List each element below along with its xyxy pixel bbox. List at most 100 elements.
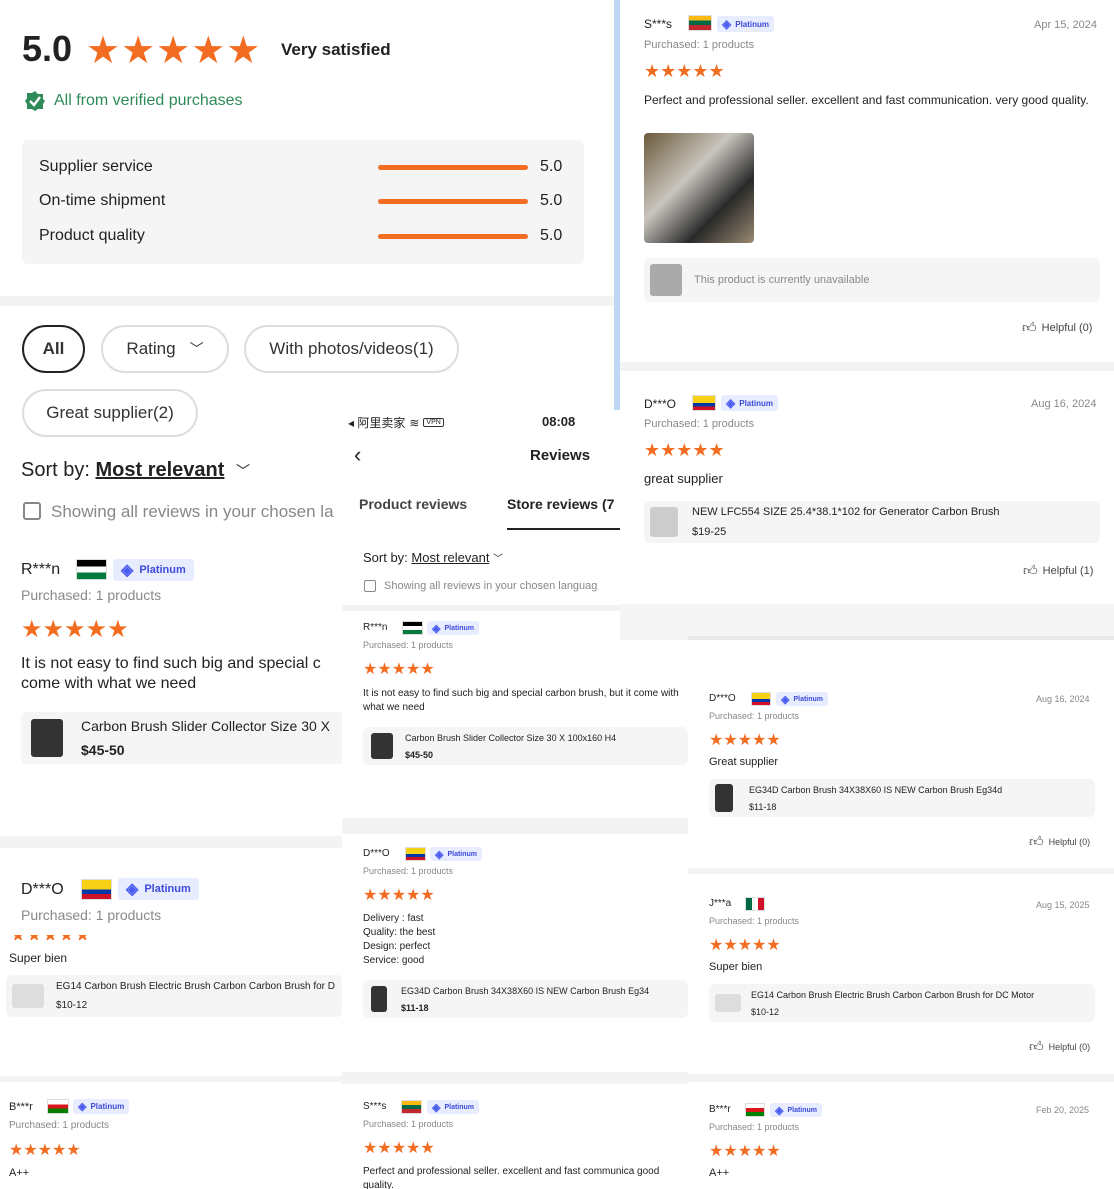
- thumbs-up-icon: 👍︎: [1029, 833, 1044, 849]
- reviewer-name: R***n: [21, 561, 61, 578]
- metric-bar: [378, 234, 528, 239]
- reviewer-name: B***r: [9, 1101, 33, 1113]
- review-text: It is not easy to find such big and spec…: [363, 688, 679, 713]
- chevron-down-icon: ﹀: [235, 463, 250, 479]
- divider: [342, 1072, 688, 1084]
- sort-row[interactable]: Sort by: Most relevant ﹀: [21, 459, 250, 482]
- product-title: EG34D Carbon Brush 34X38X60 IS NEW Carbo…: [749, 784, 1003, 795]
- page-title: Reviews: [530, 447, 591, 464]
- reviewer-name: D***O: [709, 693, 736, 704]
- filter-photos-label: With photos/videos(1): [269, 339, 434, 358]
- helpful-button[interactable]: 👍︎ Helpful (0): [1029, 833, 1090, 850]
- review-stars: ★★★★★: [709, 937, 781, 954]
- tab-underline: [507, 528, 637, 530]
- review-text: great supplier: [644, 471, 723, 486]
- diamond-icon: ◈: [726, 396, 736, 410]
- tab-store-reviews[interactable]: Store reviews (7: [507, 496, 614, 512]
- review-text: It is not easy to find such big and spec…: [21, 655, 321, 692]
- review-text: Great supplier: [709, 756, 779, 768]
- product-thumbnail: [715, 994, 741, 1012]
- chevron-down-icon: ﹀: [493, 554, 504, 565]
- product-card[interactable]: EG34D Carbon Brush 34X38X60 IS NEW Carbo…: [709, 779, 1095, 817]
- back-arrow-icon[interactable]: ‹: [354, 442, 361, 468]
- product-card[interactable]: Carbon Brush Slider Collector Size 30 X …: [363, 727, 688, 765]
- flag-icon: [81, 879, 112, 900]
- product-card[interactable]: EG14 Carbon Brush Electric Brush Carbon …: [709, 984, 1095, 1022]
- thumbs-up-icon: 👍︎: [1022, 319, 1037, 335]
- product-card[interactable]: EG34D Carbon Brush 34X38X60 IS NEW Carbo…: [363, 980, 688, 1018]
- filter-rating[interactable]: Rating ﹀: [101, 325, 229, 373]
- product-thumbnail: [12, 984, 44, 1008]
- review-line: Delivery : fast: [363, 913, 424, 924]
- product-thumbnail: [371, 733, 393, 759]
- platinum-badge: ◈ Platinum: [770, 1103, 823, 1117]
- metric-bar: [378, 199, 528, 204]
- tab-product-reviews[interactable]: Product reviews: [359, 496, 467, 512]
- review-date: Feb 20, 2025: [1036, 1105, 1090, 1115]
- sort-value: Most relevant: [95, 459, 225, 481]
- review-stars-cropped: ★★★★★: [10, 935, 90, 940]
- overall-score: 5.0: [22, 28, 73, 69]
- metric-value: 5.0: [540, 192, 563, 209]
- helpful-button[interactable]: 👍︎ Helpful (0): [1029, 1038, 1090, 1055]
- badge-label: Platinum: [739, 398, 774, 408]
- filter-great-label: Great supplier(2): [46, 403, 174, 422]
- metrics-box: Supplier service 5.0 On-time shipment 5.…: [22, 140, 584, 264]
- flag-icon: [745, 897, 765, 911]
- purchased-text: Purchased: 1 products: [21, 587, 162, 603]
- platinum-badge: ◈ Platinum: [118, 878, 199, 900]
- purchased-text: Purchased: 1 products: [644, 418, 755, 430]
- review-line: Quality: the best: [363, 927, 436, 938]
- right-panel-bottom: D***O ◈ Platinum Aug 16, 2024 Purchased: …: [688, 670, 1114, 1189]
- flag-icon: [688, 15, 712, 31]
- review-line: Design: perfect: [363, 941, 431, 952]
- divider: [342, 818, 688, 834]
- divider: [620, 362, 1114, 371]
- divider: [0, 296, 614, 306]
- sort-label: Sort by:: [363, 550, 408, 565]
- review-text: A++: [709, 1167, 730, 1179]
- filter-great-supplier[interactable]: Great supplier(2): [22, 389, 198, 437]
- purchased-text: Purchased: 1 products: [9, 1120, 110, 1131]
- helpful-label: Helpful (0): [1048, 1041, 1091, 1052]
- product-card[interactable]: Carbon Brush Slider Collector Size 30 X …: [21, 712, 346, 764]
- product-card[interactable]: EG14 Carbon Brush Electric Brush Carbon …: [6, 975, 343, 1017]
- verified-icon: [24, 90, 46, 112]
- filter-photos[interactable]: With photos/videos(1): [244, 325, 459, 373]
- product-thumbnail: [650, 264, 682, 296]
- filter-all[interactable]: All: [22, 325, 85, 373]
- purchased-text: Purchased: 1 products: [21, 907, 162, 923]
- review-stars: ★★★★★: [644, 440, 725, 460]
- right-panel-top: S***s ◈ Platinum Apr 15, 2024 Purchased: …: [620, 0, 1114, 640]
- review-text: A++: [9, 1167, 30, 1179]
- divider: [688, 868, 1114, 874]
- helpful-button[interactable]: 👍︎ Helpful (0): [1022, 319, 1092, 336]
- status-carrier: ◂ 阿里卖家: [348, 416, 406, 430]
- unavailable-card: This product is currently unavailable: [644, 258, 1100, 302]
- status-time: 08:08: [542, 414, 576, 429]
- translate-icon: [23, 502, 41, 520]
- badge-label: Platinum: [444, 1103, 475, 1111]
- reviewer-name: S***s: [644, 17, 673, 31]
- wifi-icon: ≋: [409, 415, 420, 430]
- sort-label: Sort by:: [21, 459, 90, 481]
- diamond-icon: ◈: [722, 17, 732, 31]
- review-stars: ★★★★★: [9, 1142, 81, 1159]
- product-thumbnail: [650, 507, 678, 537]
- purchased-text: Purchased: 1 products: [709, 711, 800, 721]
- review-text: Perfect and professional seller. excelle…: [363, 1166, 660, 1189]
- reviewer-name: D***O: [363, 848, 390, 859]
- flag-icon: [402, 621, 423, 635]
- divider: [688, 1074, 1114, 1082]
- product-card[interactable]: NEW LFC554 SIZE 25.4*38.1*102 for Genera…: [644, 501, 1100, 543]
- metric-name: Supplier service: [39, 158, 153, 175]
- divider: [620, 604, 1114, 640]
- helpful-button[interactable]: 👍︎ Helpful (1): [1023, 562, 1093, 579]
- product-price: $10-12: [56, 1000, 88, 1011]
- diamond-icon: ◈: [121, 562, 134, 579]
- review-photo[interactable]: [644, 133, 754, 243]
- review-stars: ★★★★★: [363, 887, 435, 904]
- product-price: $19-25: [692, 526, 727, 538]
- sort-row[interactable]: Sort by: Most relevant ﹀: [363, 550, 503, 565]
- review-text: Super bien: [9, 951, 68, 965]
